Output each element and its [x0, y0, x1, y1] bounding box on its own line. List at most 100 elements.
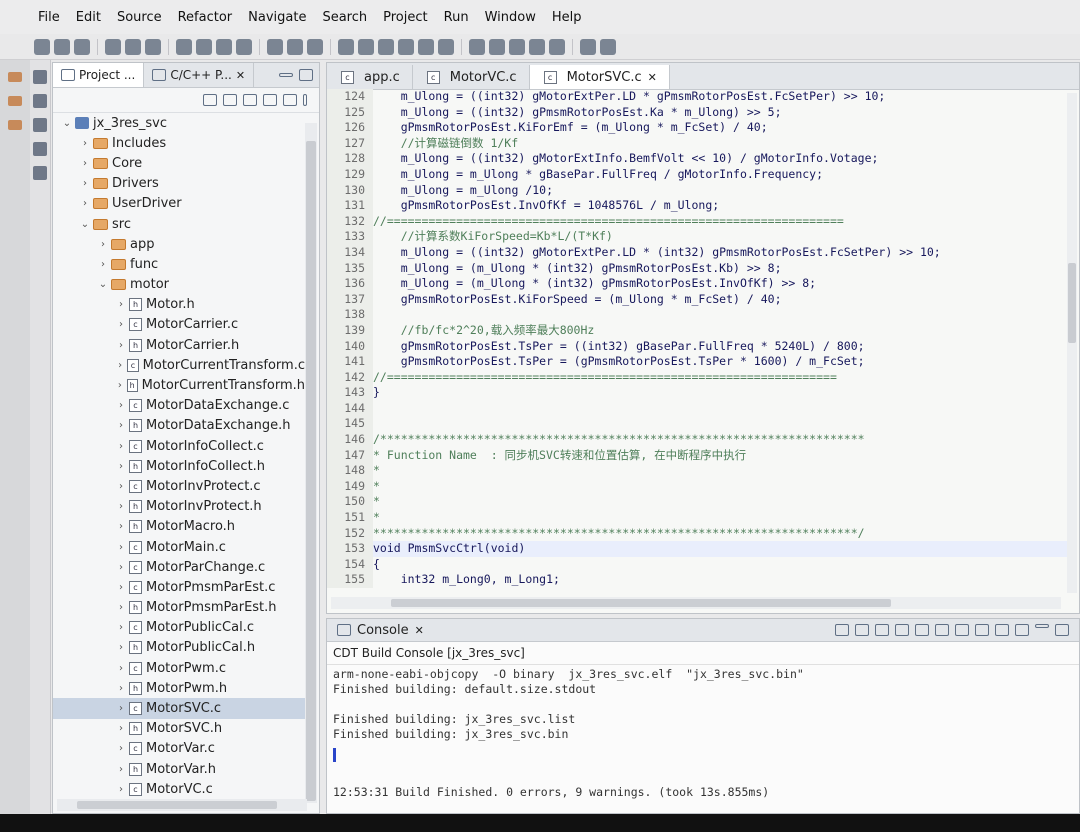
- tab-motorvc-c[interactable]: c MotorVC.c: [413, 65, 530, 89]
- chevron-down-icon[interactable]: ⌄: [79, 219, 91, 230]
- code-line[interactable]: 130 m_Ulong = m_Ulong /10;: [327, 182, 1067, 199]
- code-line[interactable]: 137 gPmsmRotorPosEst.KiForSpeed = (m_Ulo…: [327, 291, 1067, 308]
- save-icon[interactable]: [54, 38, 70, 55]
- menu-edit[interactable]: Edit: [68, 10, 109, 25]
- maximize-icon[interactable]: [1055, 624, 1069, 636]
- tree-item[interactable]: › c MotorDataExchange.c: [53, 396, 305, 416]
- menu-window[interactable]: Window: [477, 10, 544, 25]
- chevron-right-icon[interactable]: ›: [115, 400, 127, 411]
- collapse-all-icon[interactable]: [263, 94, 277, 106]
- problems-icon[interactable]: [33, 142, 47, 156]
- menu-refactor[interactable]: Refactor: [170, 10, 241, 25]
- prev-error-icon[interactable]: [875, 624, 889, 636]
- tree-item[interactable]: › h MotorCarrier.h: [53, 335, 305, 355]
- tree-item[interactable]: › c MotorCarrier.c: [53, 315, 305, 335]
- tree-item[interactable]: › c MotorVC.c: [53, 779, 305, 799]
- project-tree-vscroll[interactable]: [305, 123, 317, 803]
- new-icon[interactable]: [34, 38, 50, 55]
- code-line[interactable]: 149 *: [327, 478, 1067, 495]
- chevron-down-icon[interactable]: ⌄: [61, 118, 73, 129]
- code-line[interactable]: 154{: [327, 556, 1067, 573]
- pin-console-icon[interactable]: [975, 624, 989, 636]
- code-line[interactable]: 144: [327, 400, 1067, 417]
- tab-app-c[interactable]: c app.c: [327, 65, 413, 89]
- tree-item[interactable]: › c MotorVar.c: [53, 739, 305, 759]
- chevron-right-icon[interactable]: ›: [97, 259, 109, 270]
- code-area[interactable]: 124 m_Ulong = ((int32) gMotorExtPer.LD *…: [327, 89, 1067, 595]
- clipboard-icon[interactable]: [145, 38, 161, 55]
- chevron-right-icon[interactable]: ›: [115, 622, 127, 633]
- external-tools-icon[interactable]: [358, 38, 374, 55]
- close-icon[interactable]: ✕: [415, 624, 424, 637]
- search-icon[interactable]: [307, 38, 323, 55]
- view-menu-icon[interactable]: [303, 94, 307, 106]
- chevron-down-icon[interactable]: ⌄: [97, 279, 109, 290]
- forward-icon[interactable]: [223, 94, 237, 106]
- chevron-right-icon[interactable]: ›: [115, 481, 127, 492]
- code-line[interactable]: 152 *************************************…: [327, 525, 1067, 542]
- tree-item[interactable]: › c MotorParChange.c: [53, 557, 305, 577]
- build-config-icon[interactable]: [105, 38, 121, 55]
- code-line[interactable]: 128 m_Ulong = ((int32) gMotorExtInfo.Bem…: [327, 151, 1067, 167]
- project-tree-hscroll[interactable]: [57, 799, 307, 811]
- tree-item[interactable]: ⌄ jx_3res_svc: [53, 113, 305, 133]
- tree-item[interactable]: › UserDriver: [53, 194, 305, 214]
- debug-icon[interactable]: [267, 38, 283, 55]
- code-line[interactable]: 138: [327, 307, 1067, 323]
- tasks-icon[interactable]: [33, 118, 47, 132]
- tree-item[interactable]: › c MotorPwm.c: [53, 658, 305, 678]
- code-line[interactable]: 126 gPmsmRotorPosEst.KiForEmf = (m_Ulong…: [327, 120, 1067, 136]
- profile-icon[interactable]: [378, 38, 394, 55]
- new-source-icon[interactable]: [236, 38, 252, 55]
- new-class-icon[interactable]: [196, 38, 212, 55]
- tree-item[interactable]: › app: [53, 234, 305, 254]
- chevron-right-icon[interactable]: ›: [115, 642, 127, 653]
- tree-item[interactable]: › func: [53, 254, 305, 274]
- restore-icon[interactable]: [33, 70, 47, 84]
- menu-project[interactable]: Project: [375, 10, 435, 25]
- chevron-right-icon[interactable]: ›: [79, 138, 91, 149]
- info-icon[interactable]: [33, 166, 47, 180]
- tree-item[interactable]: › c MotorSVC.c: [53, 698, 305, 719]
- info-icon[interactable]: [600, 38, 616, 55]
- chevron-right-icon[interactable]: ›: [115, 441, 127, 452]
- code-line[interactable]: 148 *: [327, 463, 1067, 479]
- new-project-icon[interactable]: [176, 38, 192, 55]
- next-error-icon[interactable]: [855, 624, 869, 636]
- code-line[interactable]: 147 * Function Name : 同步机SVC转速和位置估算, 在中断程…: [327, 447, 1067, 464]
- tree-item[interactable]: › h Motor.h: [53, 295, 305, 315]
- forward-icon[interactable]: [549, 38, 565, 55]
- clear-console-icon[interactable]: [835, 624, 849, 636]
- chevron-right-icon[interactable]: ›: [115, 420, 127, 431]
- back-icon[interactable]: [529, 38, 545, 55]
- chevron-right-icon[interactable]: ›: [115, 784, 127, 795]
- code-line[interactable]: 129 m_Ulong = m_Ulong * gBasePar.FullFre…: [327, 166, 1067, 183]
- pin-icon[interactable]: [338, 38, 354, 55]
- chevron-right-icon[interactable]: ›: [115, 743, 127, 754]
- chevron-right-icon[interactable]: ›: [115, 340, 127, 351]
- outline-icon[interactable]: [33, 94, 47, 108]
- open-console-icon[interactable]: [1015, 624, 1029, 636]
- tree-item[interactable]: › h MotorInfoCollect.h: [53, 456, 305, 476]
- chevron-right-icon[interactable]: ›: [115, 562, 127, 573]
- chevron-right-icon[interactable]: ›: [115, 461, 127, 472]
- close-icon[interactable]: ✕: [648, 71, 657, 84]
- chevron-right-icon[interactable]: ›: [115, 723, 127, 734]
- chevron-right-icon[interactable]: ›: [79, 178, 91, 189]
- scroll-lock-icon[interactable]: [935, 624, 949, 636]
- code-line[interactable]: 146/************************************…: [327, 432, 1067, 448]
- tree-item[interactable]: › Drivers: [53, 174, 305, 194]
- code-line[interactable]: 150 *: [327, 494, 1067, 511]
- display-console-icon[interactable]: [995, 624, 1009, 636]
- tree-item[interactable]: ⌄ src: [53, 214, 305, 234]
- chevron-right-icon[interactable]: ›: [115, 683, 127, 694]
- tree-item[interactable]: › c MotorPmsmParEst.c: [53, 577, 305, 597]
- tab-cpp-projects[interactable]: C/C++ P... ✕: [144, 63, 255, 87]
- tree-item[interactable]: › h MotorPmsmParEst.h: [53, 598, 305, 618]
- code-line[interactable]: 153 void PmsmSvcCtrl(void): [327, 541, 1067, 557]
- tab-project-explorer[interactable]: Project ...: [53, 63, 145, 87]
- tab-console[interactable]: Console ✕: [327, 623, 434, 638]
- code-line[interactable]: 151 *: [327, 510, 1067, 526]
- tree-item[interactable]: › Includes: [53, 133, 305, 153]
- show-errors-icon[interactable]: [895, 624, 909, 636]
